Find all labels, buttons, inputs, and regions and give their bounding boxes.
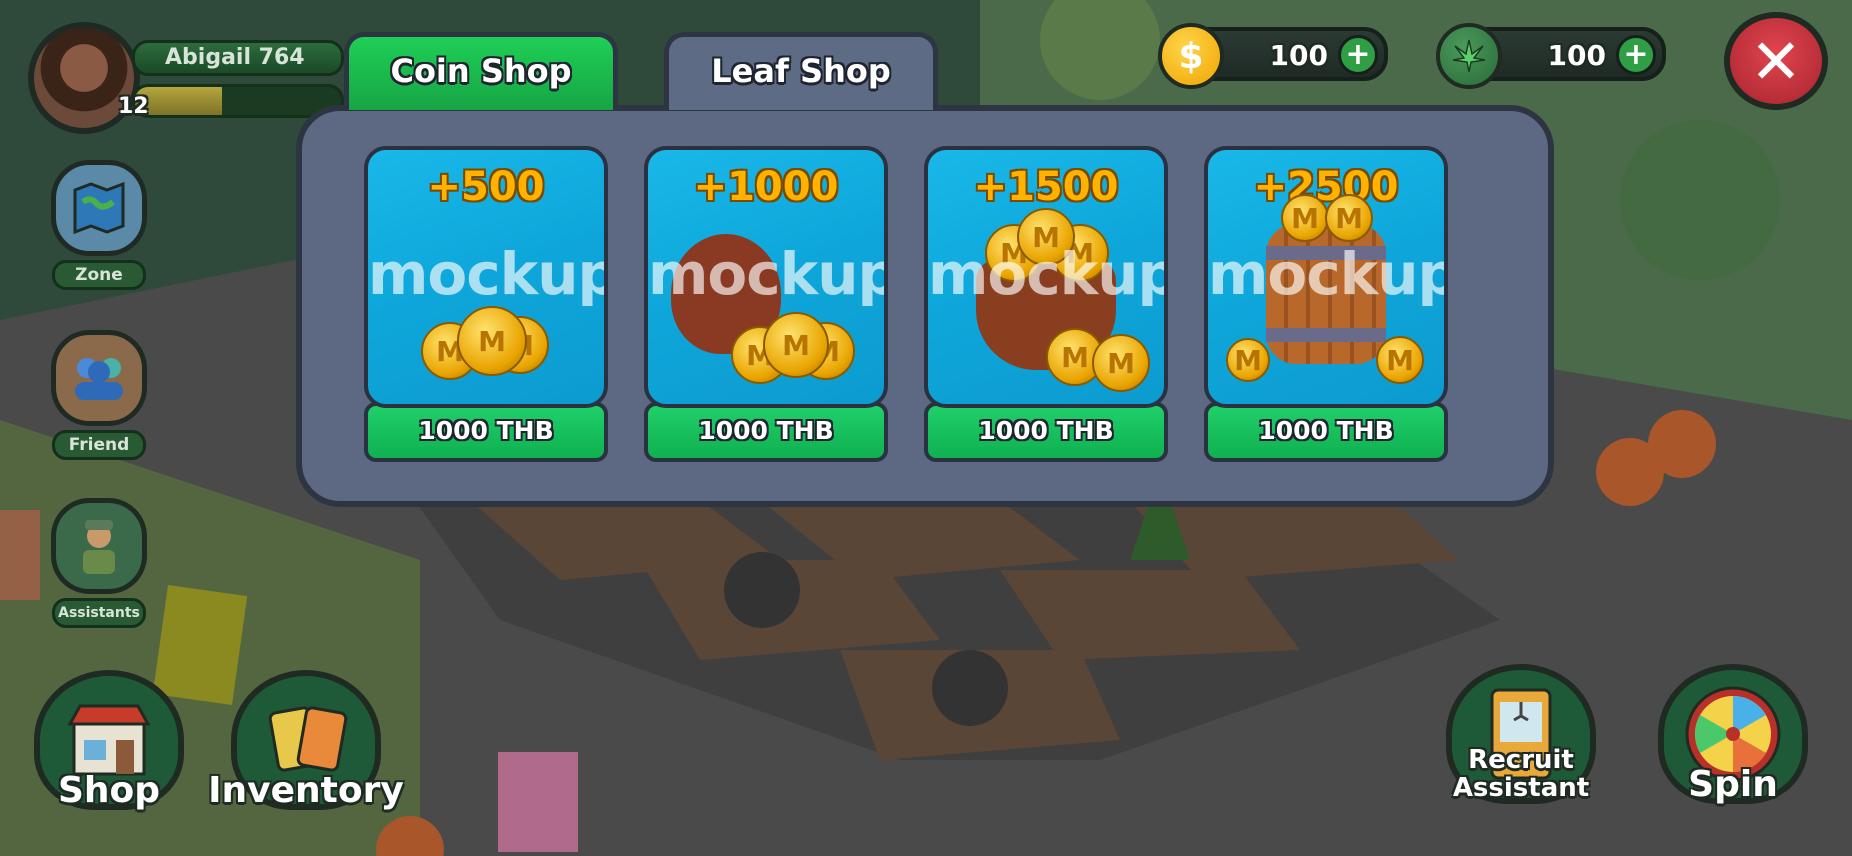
sidebar-item-zone[interactable]: Zone	[44, 160, 154, 310]
coin-balance-value: 100	[1269, 39, 1328, 72]
shop-item-card[interactable]: +2500 M M M M mockup 1000 THB	[1204, 146, 1448, 462]
shop-item-amount: +1000	[693, 164, 839, 210]
coin-icon: $	[1158, 23, 1224, 89]
shop-item-card[interactable]: +1500 M M M M M mockup 1000 THB	[924, 146, 1168, 462]
shop-button[interactable]: Shop	[24, 670, 194, 811]
recruit-assistant-label: Recruit Assistant	[1436, 746, 1606, 802]
sidebar-item-label: Friend	[52, 430, 146, 460]
inventory-label: Inventory	[208, 770, 404, 811]
recruit-label-line1: Recruit	[1468, 745, 1574, 775]
leaf-balance-value: 100	[1547, 39, 1606, 72]
shop-item-art: +1000 M M M mockup	[644, 146, 888, 408]
add-leaves-button[interactable]: +	[1616, 35, 1656, 75]
shop-label: Shop	[57, 770, 161, 811]
coin-balance: $ 100 +	[1158, 23, 1388, 89]
recruit-label-line2: Assistant	[1452, 773, 1590, 803]
player-name: Abigail 764	[132, 40, 344, 76]
buy-button[interactable]: 1000 THB	[364, 402, 608, 462]
sidebar-item-label: Zone	[52, 260, 146, 290]
mockup-watermark: mockup	[928, 240, 1168, 308]
tab-coin-shop[interactable]: Coin Shop	[344, 32, 618, 110]
shop-item-card[interactable]: +1000 M M M mockup 1000 THB	[644, 146, 888, 462]
spin-label: Spin	[1688, 764, 1778, 805]
shop-item-amount: +500	[427, 164, 545, 210]
leaf-icon	[1436, 23, 1502, 89]
sidebar-item-label: Assistants	[52, 598, 146, 628]
xp-bar	[132, 84, 344, 118]
buy-button[interactable]: 1000 THB	[1204, 402, 1448, 462]
shop-item-card[interactable]: +500 M M M mockup 1000 THB	[364, 146, 608, 462]
map-icon	[51, 160, 147, 256]
tab-leaf-shop[interactable]: Leaf Shop	[664, 32, 938, 110]
shop-item-art: +500 M M M mockup	[364, 146, 608, 408]
buy-button[interactable]: 1000 THB	[644, 402, 888, 462]
shop-item-art: +2500 M M M M mockup	[1204, 146, 1448, 408]
add-coins-button[interactable]: +	[1338, 35, 1378, 75]
player-level: 12	[118, 94, 149, 119]
spin-button[interactable]: Spin	[1648, 664, 1818, 805]
mockup-watermark: mockup	[648, 240, 888, 308]
farmer-icon	[51, 498, 147, 594]
inventory-button[interactable]: Inventory	[208, 670, 404, 811]
sidebar-item-friend[interactable]: Friend	[44, 330, 154, 480]
shop-item-art: +1500 M M M M M mockup	[924, 146, 1168, 408]
close-button[interactable]: ✕	[1724, 12, 1828, 110]
coin-pile-icon: M M	[1271, 150, 1381, 244]
buy-button[interactable]: 1000 THB	[924, 402, 1168, 462]
mockup-watermark: mockup	[368, 240, 608, 308]
mockup-watermark: mockup	[1208, 240, 1448, 308]
recruit-assistant-button[interactable]: Recruit Assistant	[1436, 664, 1606, 804]
sidebar-item-assistants[interactable]: Assistants	[44, 498, 154, 648]
friends-icon	[51, 330, 147, 426]
leaf-balance: 100 +	[1436, 23, 1666, 89]
